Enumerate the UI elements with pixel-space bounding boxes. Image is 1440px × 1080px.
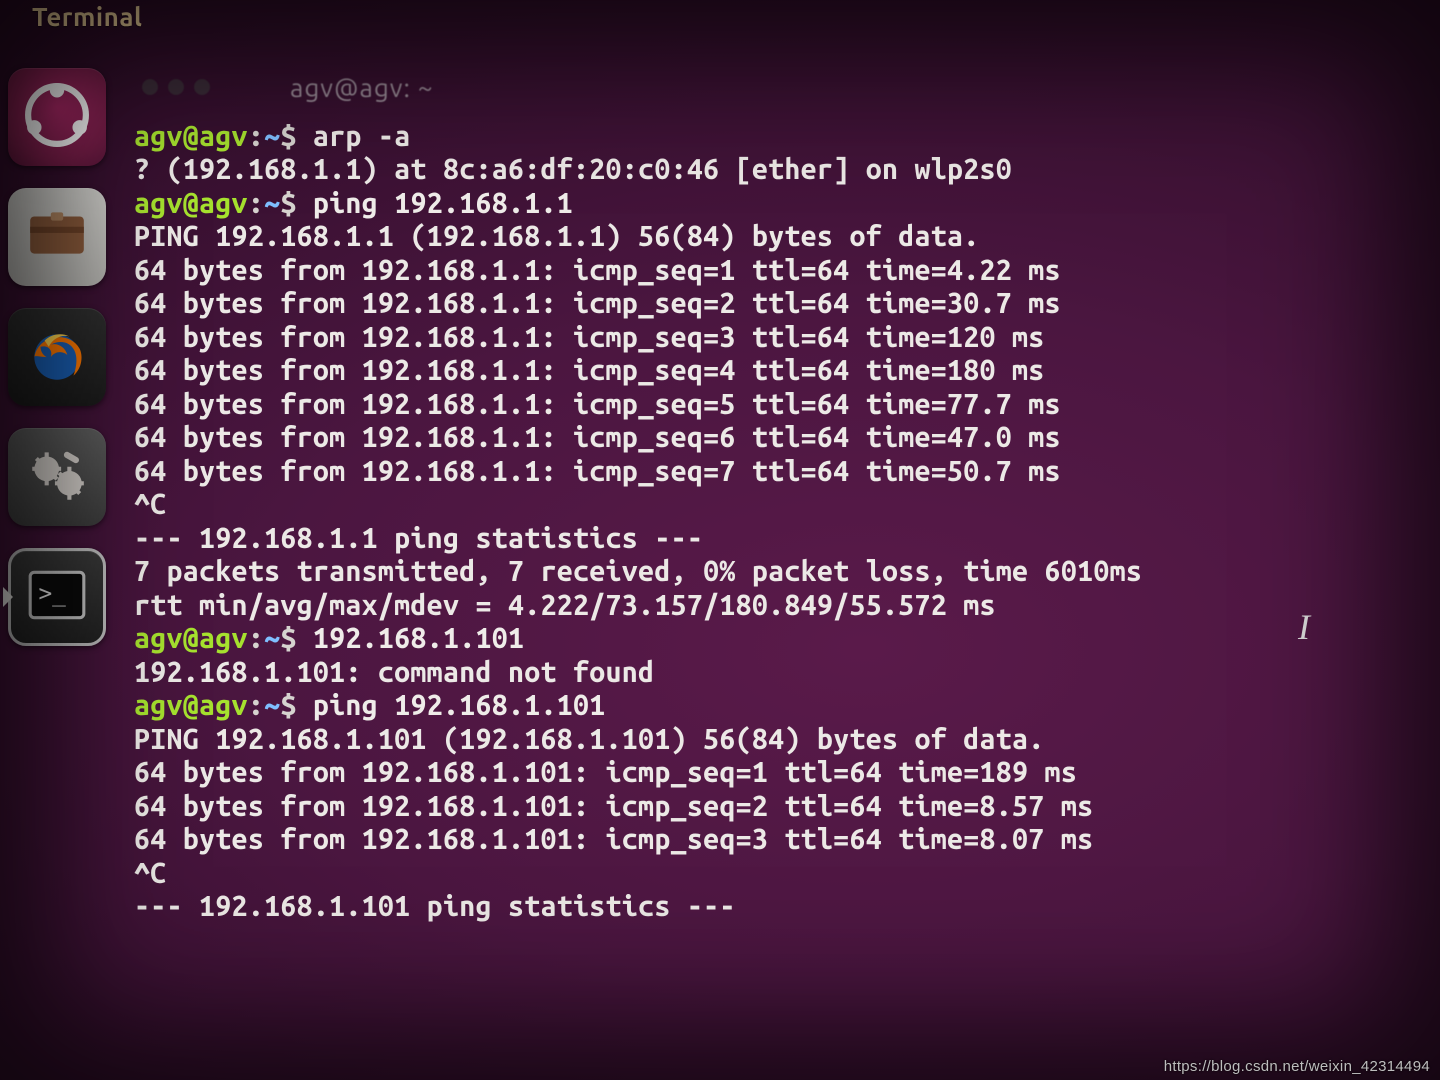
- output-line: --- 192.168.1.1 ping statistics ---: [134, 522, 1426, 555]
- launcher-item-files[interactable]: [8, 188, 106, 286]
- active-indicator-icon: [3, 587, 13, 607]
- launcher-item-firefox[interactable]: [8, 308, 106, 406]
- terminal-output[interactable]: agv@agv:~$ arp -a? (192.168.1.1) at 8c:a…: [134, 114, 1426, 924]
- cwd: ~: [264, 689, 280, 721]
- output-line: 64 bytes from 192.168.1.1: icmp_seq=6 tt…: [134, 421, 1426, 454]
- prompt-line: agv@agv:~$ ping 192.168.1.101: [134, 689, 1426, 722]
- userhost: agv@agv: [134, 187, 248, 219]
- command-text: arp -a: [313, 120, 411, 152]
- ubuntu-dash-icon: [24, 82, 90, 152]
- prompt-line: agv@agv:~$ 192.168.1.101: [134, 622, 1426, 655]
- terminal-window[interactable]: agv@agv: ~ agv@agv:~$ arp -a? (192.168.1…: [120, 56, 1430, 1080]
- output-line: 64 bytes from 192.168.1.101: icmp_seq=3 …: [134, 823, 1426, 856]
- window-controls[interactable]: [142, 79, 210, 95]
- launcher-item-terminal[interactable]: >_: [8, 548, 106, 646]
- launcher-item-dash[interactable]: [8, 68, 106, 166]
- watermark: https://blog.csdn.net/weixin_42314494: [1164, 1059, 1430, 1074]
- output-line: 64 bytes from 192.168.1.1: icmp_seq=7 tt…: [134, 455, 1426, 488]
- output-line: 64 bytes from 192.168.1.1: icmp_seq=3 tt…: [134, 321, 1426, 354]
- command-text: ping 192.168.1.101: [313, 689, 606, 721]
- userhost: agv@agv: [134, 689, 248, 721]
- output-line: 64 bytes from 192.168.1.1: icmp_seq=2 tt…: [134, 287, 1426, 320]
- output-line: ^C: [134, 488, 1426, 521]
- output-line: 192.168.1.101: command not found: [134, 656, 1426, 689]
- window-close-icon[interactable]: [142, 79, 158, 95]
- cwd: ~: [264, 622, 280, 654]
- firefox-icon: [24, 322, 90, 392]
- launcher-dock: >_: [8, 52, 110, 646]
- svg-text:>_: >_: [38, 581, 66, 607]
- files-icon: [24, 202, 90, 272]
- window-title: agv@agv: ~: [290, 73, 434, 102]
- cwd: ~: [264, 187, 280, 219]
- output-line: 64 bytes from 192.168.1.1: icmp_seq=5 tt…: [134, 388, 1426, 421]
- output-line: 64 bytes from 192.168.1.101: icmp_seq=2 …: [134, 790, 1426, 823]
- userhost: agv@agv: [134, 622, 248, 654]
- cwd: ~: [264, 120, 280, 152]
- userhost: agv@agv: [134, 120, 248, 152]
- launcher-item-settings[interactable]: [8, 428, 106, 526]
- prompt-line: agv@agv:~$ ping 192.168.1.1: [134, 187, 1426, 220]
- output-line: ? (192.168.1.1) at 8c:a6:df:20:c0:46 [et…: [134, 153, 1426, 186]
- command-text: ping 192.168.1.1: [313, 187, 573, 219]
- output-line: 7 packets transmitted, 7 received, 0% pa…: [134, 555, 1426, 588]
- output-line: 64 bytes from 192.168.1.1: icmp_seq=1 tt…: [134, 254, 1426, 287]
- output-line: ^C: [134, 857, 1426, 890]
- command-text: 192.168.1.101: [313, 622, 524, 654]
- app-title: Terminal: [32, 2, 142, 31]
- output-line: --- 192.168.1.101 ping statistics ---: [134, 890, 1426, 923]
- output-line: 64 bytes from 192.168.1.1: icmp_seq=4 tt…: [134, 354, 1426, 387]
- terminal-icon: >_: [24, 562, 90, 632]
- window-min-icon[interactable]: [168, 79, 184, 95]
- output-line: 64 bytes from 192.168.1.101: icmp_seq=1 …: [134, 756, 1426, 789]
- settings-icon: [24, 442, 90, 512]
- output-line: rtt min/avg/max/mdev = 4.222/73.157/180.…: [134, 589, 1426, 622]
- output-line: PING 192.168.1.1 (192.168.1.1) 56(84) by…: [134, 220, 1426, 253]
- window-titlebar[interactable]: agv@agv: ~: [134, 60, 1426, 114]
- prompt-line: agv@agv:~$ arp -a: [134, 120, 1426, 153]
- output-line: PING 192.168.1.101 (192.168.1.101) 56(84…: [134, 723, 1426, 756]
- window-max-icon[interactable]: [194, 79, 210, 95]
